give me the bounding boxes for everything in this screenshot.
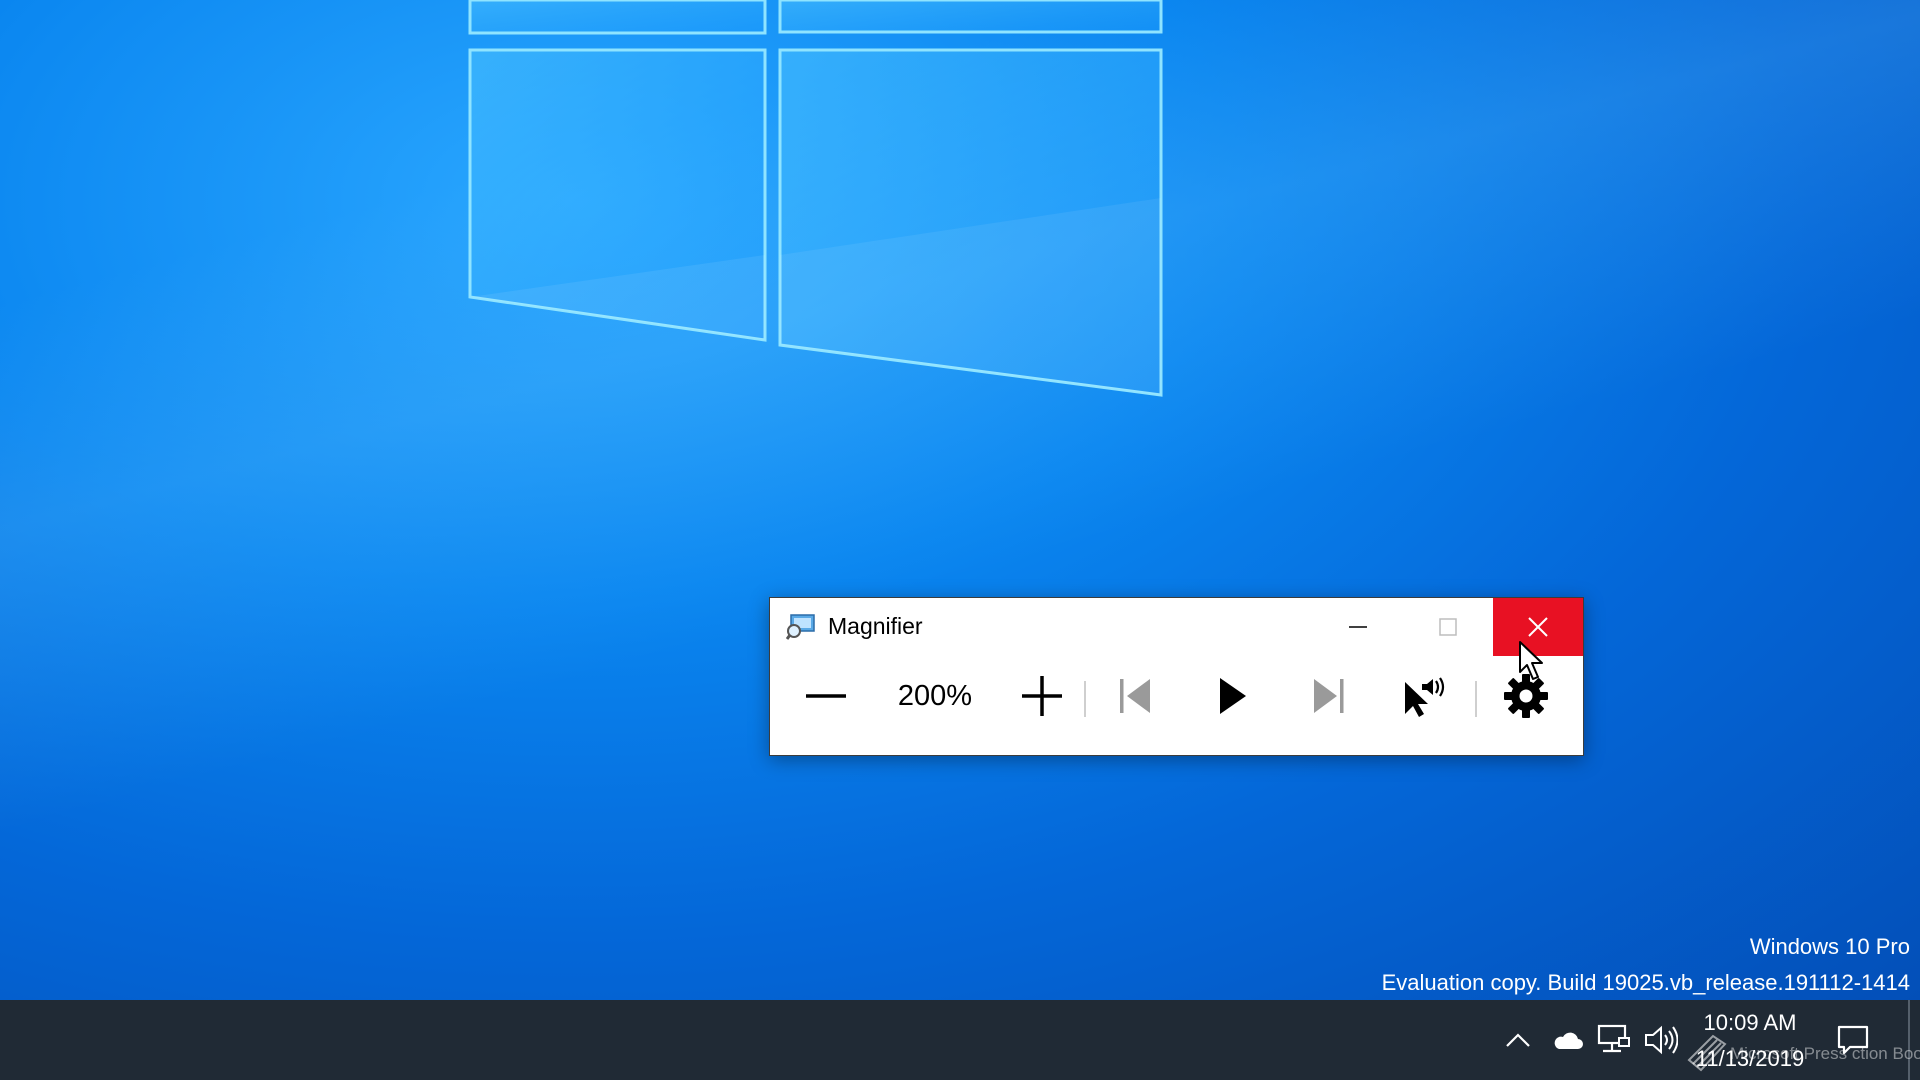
desktop-background: Windows 10 Pro Evaluation copy. Build 19… (0, 0, 1920, 1000)
play-icon (1220, 678, 1246, 714)
close-icon (1528, 617, 1548, 637)
minimize-icon (1349, 626, 1367, 628)
onedrive-tray-button[interactable] (1546, 1000, 1588, 1080)
read-aloud-play-button[interactable] (1196, 670, 1268, 722)
windows-edition-label: Windows 10 Pro (1749, 934, 1910, 959)
evaluation-build-label: Evaluation copy. Build 19025.vb_release.… (1381, 970, 1910, 995)
desktop-light-beam (0, 0, 1920, 1000)
volume-icon (1645, 1025, 1678, 1055)
maximize-icon (1439, 618, 1457, 636)
chevron-up-icon (1506, 1033, 1530, 1047)
close-button[interactable] (1493, 598, 1583, 656)
show-hidden-icons-button[interactable] (1498, 1000, 1538, 1080)
toolbar-separator (1475, 681, 1477, 717)
zoom-level: 200% (897, 679, 973, 712)
network-tray-button[interactable] (1594, 1000, 1634, 1080)
skip-previous-icon (1120, 679, 1150, 713)
toolbar-separator (1084, 681, 1086, 717)
minus-icon (806, 694, 846, 698)
magnifier-toolbar: 200% (770, 656, 1583, 756)
volume-tray-button[interactable] (1641, 1000, 1681, 1080)
show-desktop-button[interactable] (1908, 1000, 1910, 1080)
magnifier-window: Magnifier 200% (769, 597, 1584, 756)
onedrive-cloud-icon (1554, 1032, 1583, 1049)
read-from-here-button[interactable] (1387, 670, 1459, 722)
title-bar[interactable]: Magnifier (770, 598, 1583, 656)
gear-icon (1504, 674, 1548, 718)
action-center-button[interactable] (1830, 1000, 1876, 1080)
taskbar: 10:09 AM 11/13/2019 (0, 1000, 1920, 1080)
maximize-button[interactable] (1403, 598, 1493, 656)
window-title: Magnifier (828, 613, 923, 639)
previous-sentence-button[interactable] (1100, 670, 1172, 722)
zoom-in-button[interactable] (1006, 670, 1078, 722)
publisher-watermark: Microsoft Press ction Book (1730, 1044, 1920, 1063)
settings-button[interactable] (1490, 670, 1562, 722)
magnifier-app-icon (786, 614, 815, 640)
next-sentence-button[interactable] (1292, 670, 1364, 722)
network-icon (1597, 1024, 1630, 1053)
plus-icon (1022, 676, 1062, 716)
minimize-button[interactable] (1313, 598, 1403, 656)
windows-logo-wallpaper (468, 0, 1163, 397)
skip-next-icon (1314, 679, 1344, 713)
read-from-here-icon (1405, 677, 1445, 717)
publisher-book-logo-icon (1687, 1034, 1727, 1072)
zoom-out-button[interactable] (790, 670, 862, 722)
